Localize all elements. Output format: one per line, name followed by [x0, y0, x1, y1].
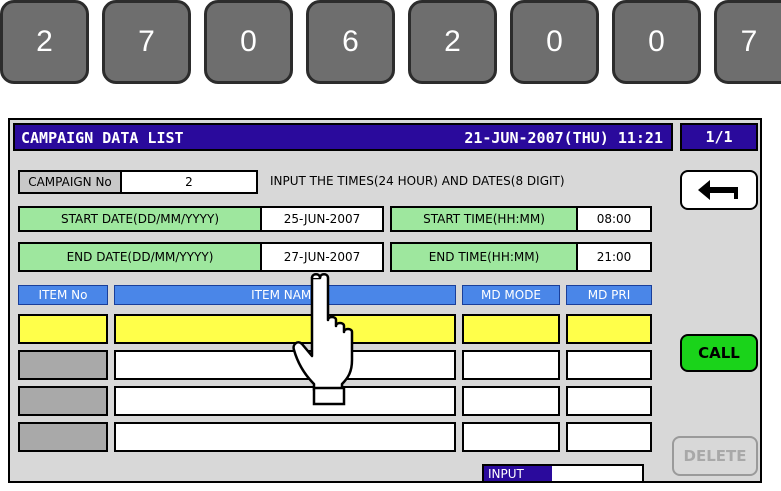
item-name-cell[interactable]: [114, 350, 456, 380]
digit-key[interactable]: 0: [612, 0, 701, 84]
end-time-field[interactable]: 21:00: [576, 242, 652, 272]
page-indicator: 1/1: [680, 123, 758, 151]
md-mode-cell[interactable]: [462, 386, 560, 416]
call-button[interactable]: CALL: [680, 334, 758, 372]
start-date-field[interactable]: 25-JUN-2007: [260, 206, 384, 232]
date-time: 21-JUN-2007(THU) 11:21: [464, 129, 663, 147]
col-header-md-pri: MD PRI: [566, 285, 652, 305]
digit-display: 2 7 0 6 2 0 0 7: [0, 0, 781, 96]
digit-key[interactable]: 6: [306, 0, 395, 84]
digit-key[interactable]: 7: [714, 0, 781, 84]
delete-button[interactable]: DELETE: [672, 436, 758, 476]
end-time-label: END TIME(HH:MM): [390, 242, 578, 272]
end-date-field[interactable]: 27-JUN-2007: [260, 242, 384, 272]
campaign-no-label: CAMPAIGN No: [18, 170, 122, 194]
item-name-cell[interactable]: [114, 386, 456, 416]
item-no-cell[interactable]: [18, 386, 108, 416]
item-name-cell[interactable]: [114, 422, 456, 452]
col-header-item-no: ITEM No: [18, 285, 108, 305]
return-arrow-icon: [698, 180, 738, 200]
digit-key[interactable]: 2: [408, 0, 497, 84]
start-time-label: START TIME(HH:MM): [390, 206, 578, 232]
md-mode-cell[interactable]: [462, 350, 560, 380]
screen-title: CAMPAIGN DATA LIST: [21, 129, 184, 147]
start-date-label: START DATE(DD/MM/YYYY): [18, 206, 262, 232]
back-button[interactable]: [680, 170, 758, 210]
title-bar: CAMPAIGN DATA LIST 21-JUN-2007(THU) 11:2…: [13, 123, 673, 151]
pointing-hand-icon: [292, 273, 354, 406]
md-mode-cell[interactable]: [462, 314, 560, 344]
campaign-panel: CAMPAIGN DATA LIST 21-JUN-2007(THU) 11:2…: [8, 118, 762, 483]
digit-key[interactable]: 0: [204, 0, 293, 84]
md-pri-cell[interactable]: [566, 386, 652, 416]
col-header-md-mode: MD MODE: [462, 285, 560, 305]
digit-key[interactable]: 2: [0, 0, 89, 84]
input-indicator: INPUT: [482, 464, 644, 483]
item-no-cell[interactable]: [18, 350, 108, 380]
campaign-no-field[interactable]: 2: [120, 170, 258, 194]
input-indicator-label: INPUT: [484, 466, 552, 481]
digit-key[interactable]: 7: [102, 0, 191, 84]
item-no-cell[interactable]: [18, 314, 108, 344]
item-no-cell[interactable]: [18, 422, 108, 452]
col-header-item-name: ITEM NAME: [114, 285, 456, 305]
digit-key[interactable]: 0: [510, 0, 599, 84]
md-pri-cell[interactable]: [566, 314, 652, 344]
md-pri-cell[interactable]: [566, 350, 652, 380]
start-time-field[interactable]: 08:00: [576, 206, 652, 232]
instruction-text: INPUT THE TIMES(24 HOUR) AND DATES(8 DIG…: [270, 174, 565, 188]
md-mode-cell[interactable]: [462, 422, 560, 452]
item-name-cell[interactable]: [114, 314, 456, 344]
md-pri-cell[interactable]: [566, 422, 652, 452]
end-date-label: END DATE(DD/MM/YYYY): [18, 242, 262, 272]
